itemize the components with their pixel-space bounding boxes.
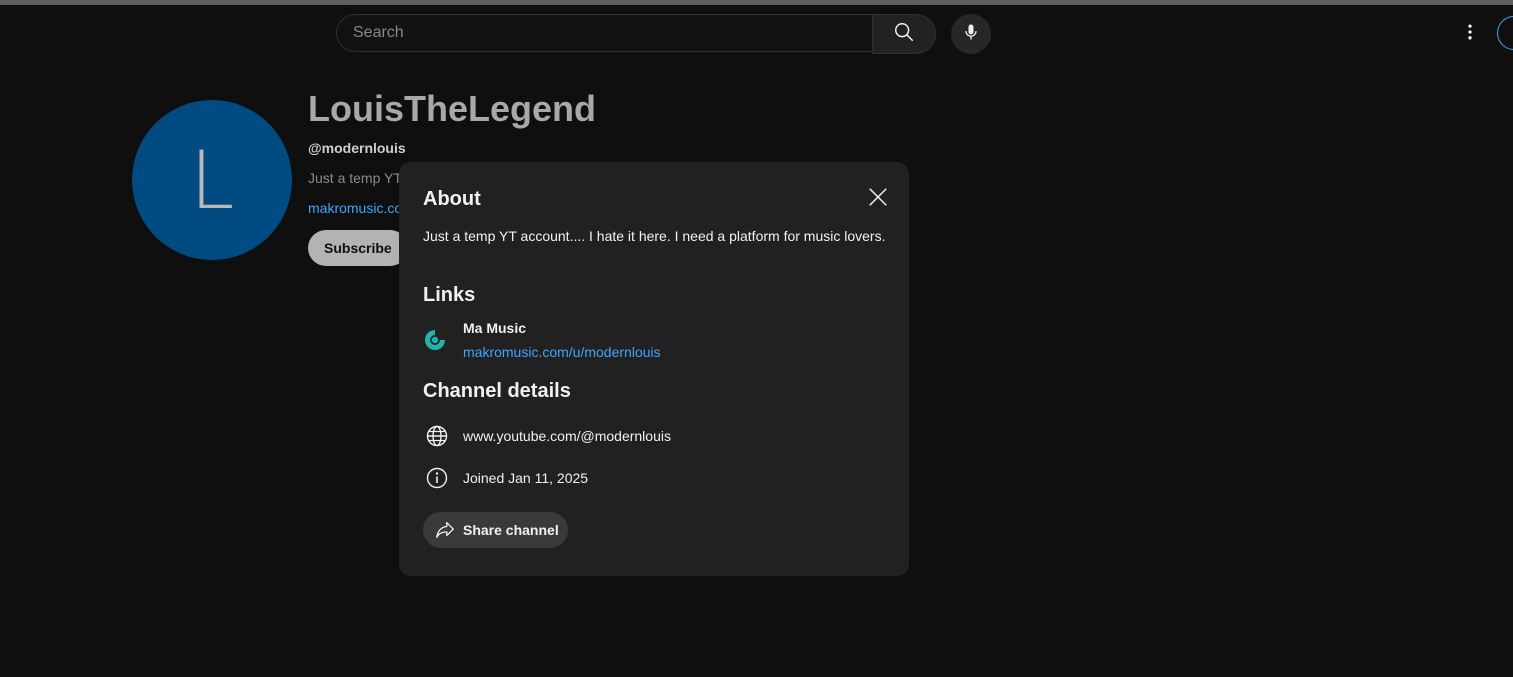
- info-icon: [425, 466, 449, 490]
- link-url[interactable]: makromusic.com/u/modernlouis: [463, 344, 661, 360]
- share-channel-button[interactable]: Share channel: [423, 512, 568, 548]
- avatar-letter: L: [189, 133, 235, 227]
- close-icon: [867, 186, 889, 213]
- search-box: [336, 14, 872, 52]
- microphone-icon: [961, 22, 981, 47]
- about-dialog: About Just a temp YT account.... I hate …: [399, 162, 909, 576]
- about-description: Just a temp YT account.... I hate it her…: [423, 228, 886, 244]
- makromusic-logo-icon: [423, 328, 447, 352]
- joined-date: Joined Jan 11, 2025: [463, 470, 589, 486]
- dialog-title: About: [423, 188, 481, 210]
- channel-avatar: L: [132, 100, 292, 260]
- globe-icon: [425, 424, 449, 448]
- top-progress-bar: [0, 0, 1513, 5]
- search-button[interactable]: [872, 14, 936, 54]
- links-heading: Links: [423, 284, 476, 306]
- link-title: Ma Music: [463, 320, 527, 336]
- channel-handle: @modernlouis: [308, 140, 406, 156]
- channel-name: LouisTheLegend: [308, 88, 596, 129]
- search-icon: [893, 21, 915, 48]
- subscribe-button[interactable]: Subscribe: [308, 230, 408, 266]
- settings-menu-button[interactable]: [1450, 14, 1490, 54]
- channel-description-preview[interactable]: Just a temp YT: [308, 170, 402, 186]
- channel-url: www.youtube.com/@modernlouis: [463, 428, 671, 444]
- share-channel-label: Share channel: [463, 522, 559, 538]
- close-button[interactable]: [863, 184, 893, 214]
- channel-page: L LouisTheLegend @modernlouis Just a tem…: [0, 0, 1513, 677]
- channel-link-preview[interactable]: makromusic.co: [308, 200, 402, 216]
- more-vertical-icon: [1460, 22, 1480, 47]
- voice-search-button[interactable]: [951, 14, 991, 54]
- channel-details-heading: Channel details: [423, 380, 571, 402]
- search-input[interactable]: [353, 15, 853, 51]
- share-icon: [433, 518, 457, 542]
- sign-in-button[interactable]: [1497, 16, 1513, 50]
